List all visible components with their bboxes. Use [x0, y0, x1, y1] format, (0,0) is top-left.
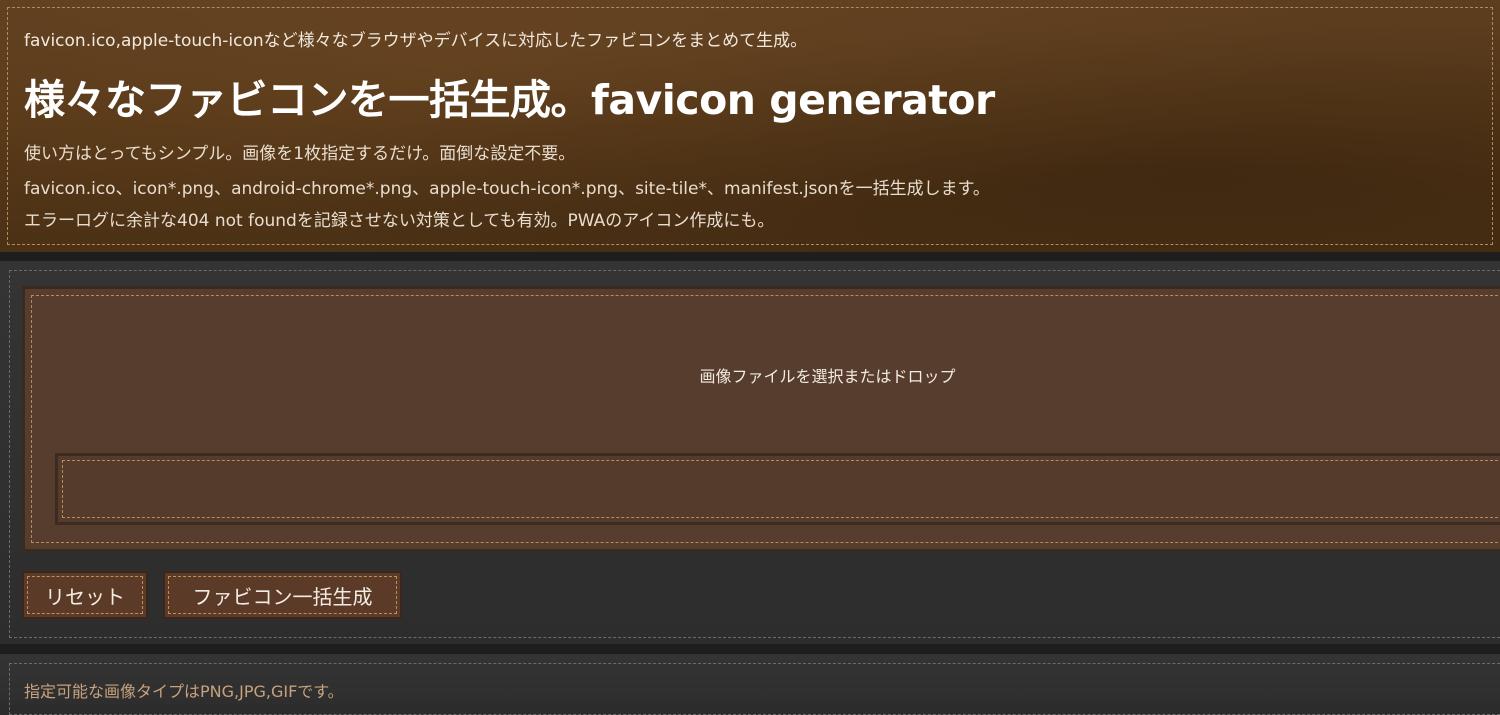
generate-favicons-button[interactable]: ファビコン一括生成: [163, 571, 402, 619]
description-line-1: 使い方はとってもシンプル。画像を1枚指定するだけ。面倒な設定不要。: [24, 144, 576, 164]
reset-button[interactable]: リセット: [22, 571, 148, 619]
site-header: favicon.ico,apple-touch-iconなど様々なブラウザやデバ…: [0, 0, 1500, 252]
image-dropzone[interactable]: 画像ファイルを選択またはドロップ: [22, 286, 1500, 552]
description-line-2: favicon.ico、icon*.png、android-chrome*.pn…: [24, 179, 990, 199]
file-select-area[interactable]: [55, 453, 1500, 525]
generator-panel: 画像ファイルを選択またはドロップ リセット ファビコン一括生成: [0, 261, 1500, 644]
description-line-3: エラーログに余計な404 not foundを記録させない対策としても有効。PW…: [24, 211, 775, 231]
separator-band-2: [0, 644, 1500, 654]
tagline: favicon.ico,apple-touch-iconなど様々なブラウザやデバ…: [24, 31, 808, 51]
dropzone-label: 画像ファイルを選択またはドロップ: [699, 367, 956, 386]
supported-types-text: 指定可能な画像タイプはPNG,JPG,GIFです。: [24, 682, 344, 701]
info-panel: 指定可能な画像タイプはPNG,JPG,GIFです。: [0, 654, 1500, 715]
page-title: 様々なファビコンを一括生成。favicon generator: [24, 76, 995, 124]
